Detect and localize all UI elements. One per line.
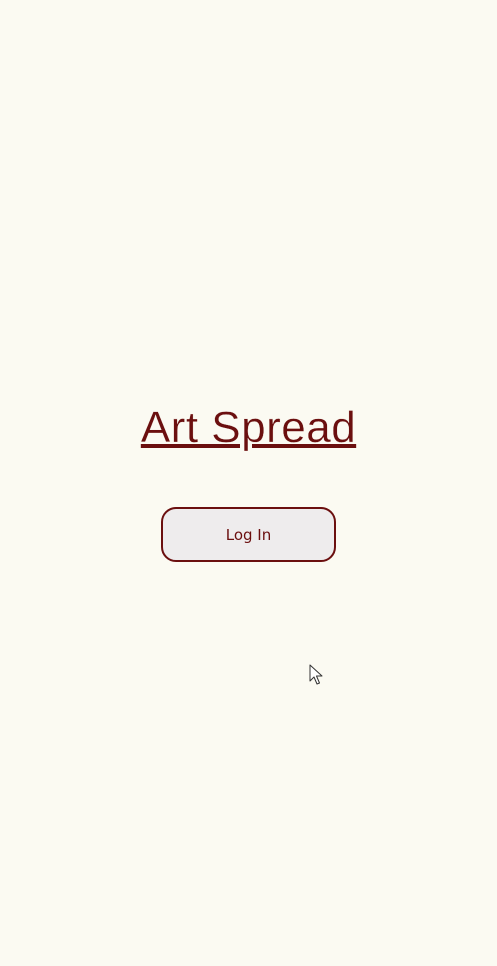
- login-screen: Art Spread Log In: [0, 0, 497, 966]
- login-button[interactable]: Log In: [161, 507, 336, 562]
- app-title: Art Spread: [0, 402, 497, 454]
- app-title-text: Art Spread: [140, 403, 357, 452]
- mouse-pointer-icon: [309, 664, 323, 685]
- login-button-label: Log In: [225, 525, 272, 544]
